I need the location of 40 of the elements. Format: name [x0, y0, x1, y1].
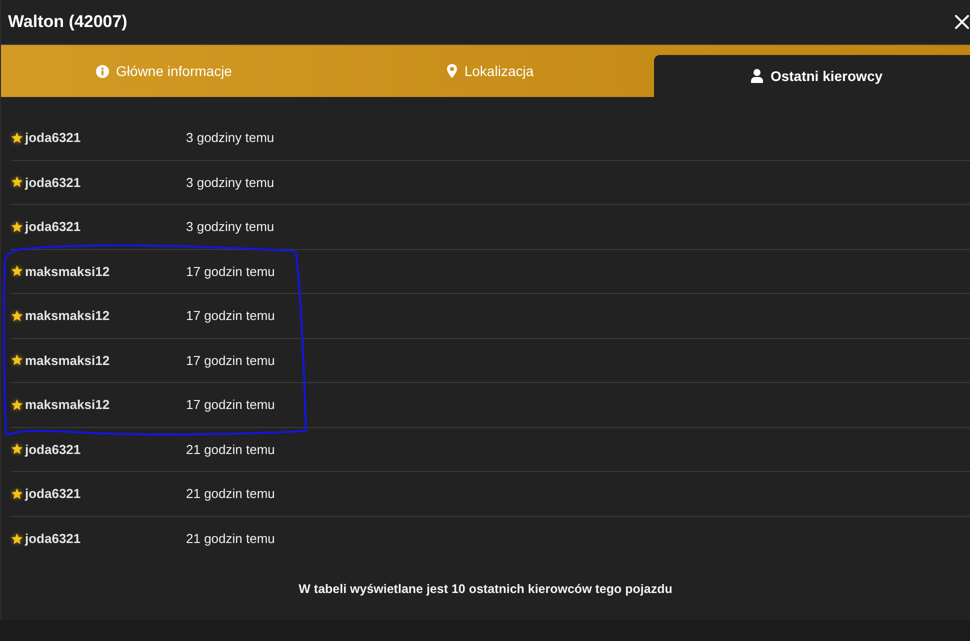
driver-name: maksmaksi12	[25, 397, 111, 412]
time-ago: 17 godzin temu	[186, 264, 275, 279]
driver-name: joda6321	[25, 219, 82, 234]
time-ago: 17 godzin temu	[186, 308, 275, 324]
star-icon	[11, 488, 23, 500]
time-ago: 3 godziny temu	[186, 130, 274, 146]
star-icon	[11, 176, 23, 188]
time-ago: 17 godzin temu	[186, 397, 275, 412]
person-icon	[751, 69, 764, 83]
close-icon	[955, 15, 969, 29]
star-icon	[11, 265, 23, 278]
close-button[interactable]	[955, 15, 969, 29]
time-ago: 17 godzin temu	[186, 352, 275, 368]
star-icon	[11, 220, 23, 233]
star-icon	[11, 354, 23, 366]
time-ago: 3 godziny temu	[186, 174, 274, 190]
driver-name: joda6321	[25, 442, 82, 457]
time-ago: 21 godzin temu	[186, 486, 275, 502]
star-icon	[11, 443, 23, 456]
tab[interactable]: Główne informacje	[1, 45, 327, 97]
star-icon	[11, 132, 23, 144]
driver-name: maksmaksi12	[25, 308, 111, 324]
time-ago: 21 godzin temu	[186, 442, 275, 457]
footer-note: W tabeli wyświetlane jest 10 ostatnich kierowców tego pojazdu	[298, 582, 672, 596]
driver-name: joda6321	[25, 174, 82, 190]
time-ago: 3 godziny temu	[186, 219, 274, 234]
time-ago: 21 godzin temu	[186, 531, 275, 546]
star-icon	[11, 310, 23, 322]
driver-name: joda6321	[25, 130, 82, 146]
map-pin-icon	[447, 64, 458, 78]
tab[interactable]: Ostatni kierowcy	[654, 55, 970, 97]
tab[interactable]: Lokalizacja	[327, 45, 654, 97]
star-icon	[11, 532, 23, 545]
window-title: Walton (42007)	[8, 12, 128, 32]
driver-name: joda6321	[25, 531, 82, 546]
info-icon	[96, 64, 110, 78]
driver-name: joda6321	[25, 486, 82, 502]
driver-name: maksmaksi12	[25, 264, 111, 279]
driver-name: maksmaksi12	[25, 352, 111, 368]
star-icon	[11, 398, 23, 411]
